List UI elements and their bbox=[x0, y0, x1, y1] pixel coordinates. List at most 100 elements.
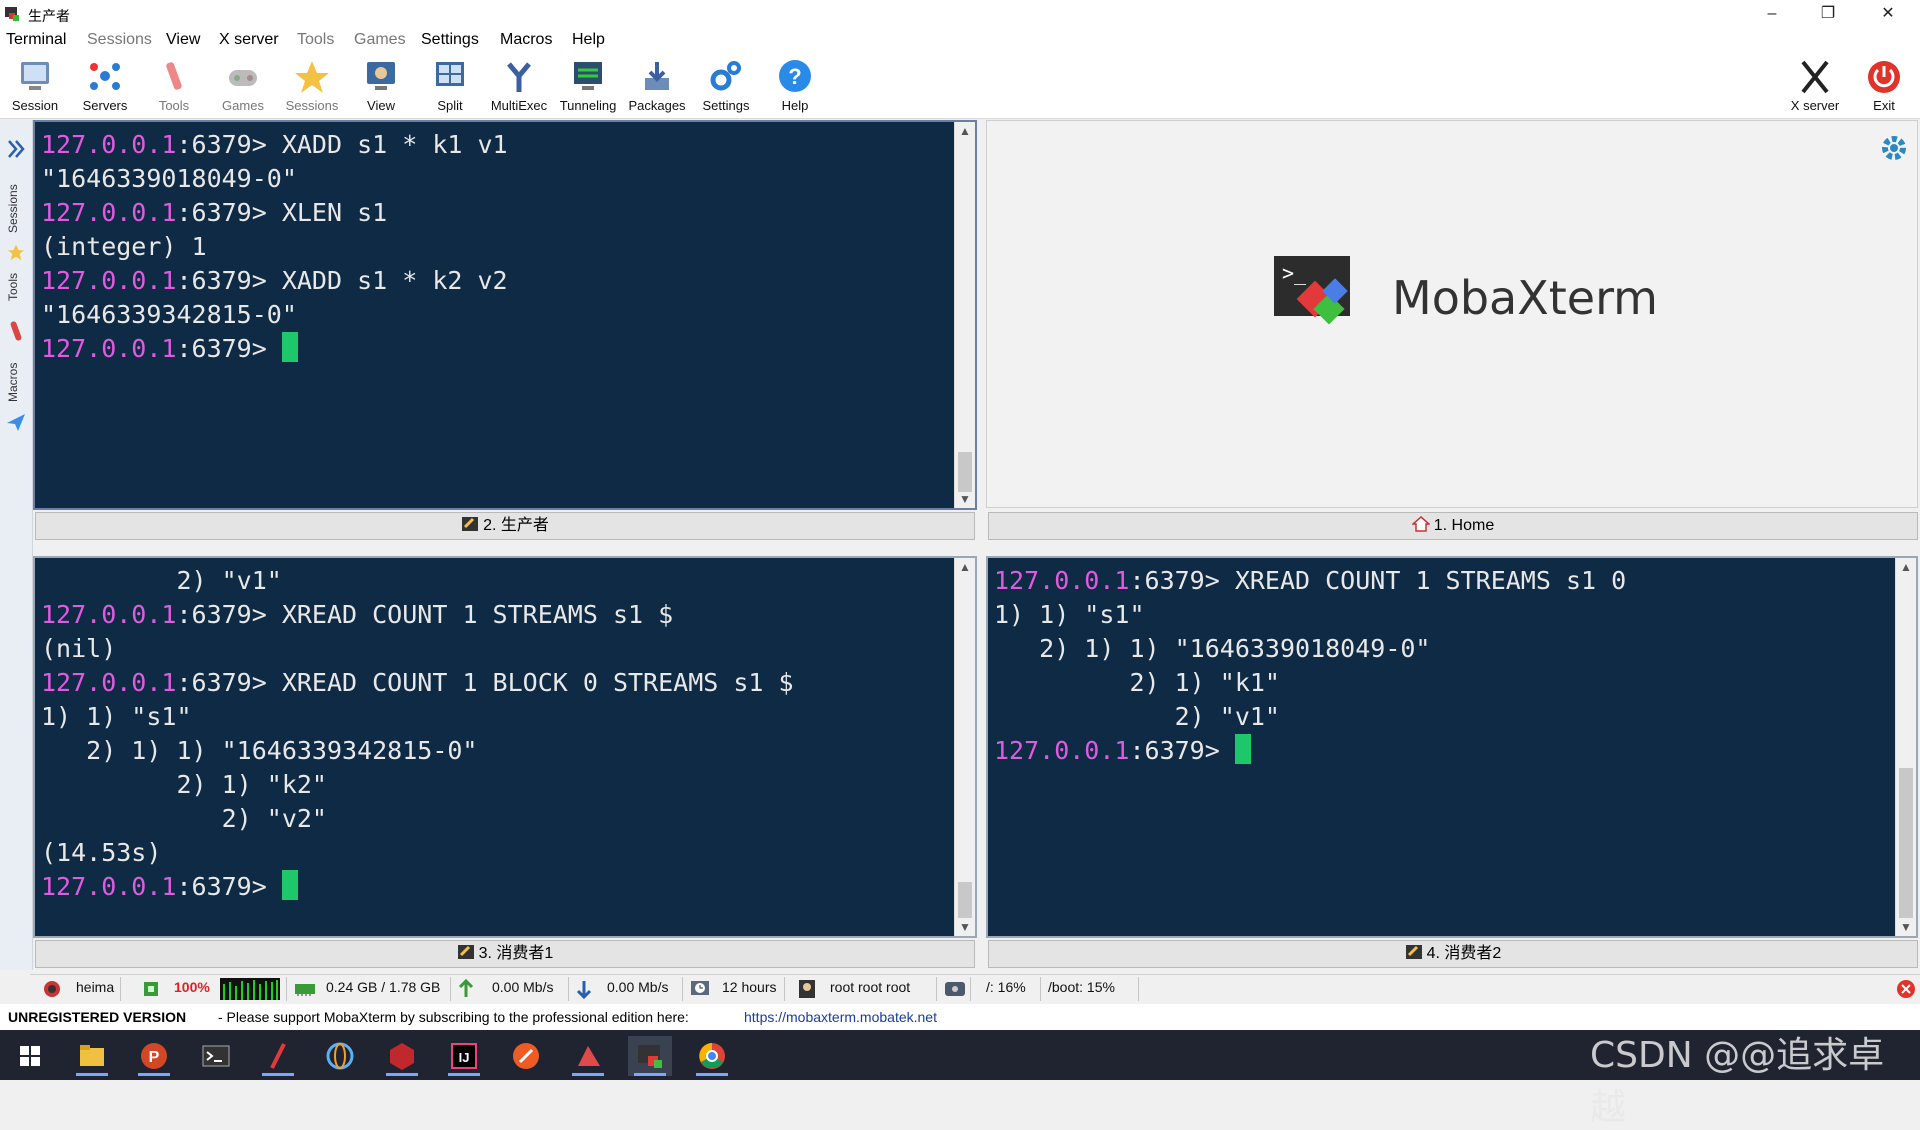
scroll-down-arrow-icon[interactable]: ▼ bbox=[955, 490, 975, 508]
status-host: heima bbox=[76, 979, 115, 995]
terminal-pane-consumer1[interactable]: 2) "v1" 127.0.0.1:6379> XREAD COUNT 1 STR… bbox=[33, 556, 977, 938]
star-icon bbox=[295, 61, 329, 93]
terminal-line: 2) "v2" bbox=[41, 802, 794, 836]
postman-taskbar[interactable] bbox=[504, 1036, 548, 1076]
settings-button[interactable]: Settings bbox=[692, 56, 760, 116]
gamepad-icon bbox=[229, 70, 257, 86]
toolbar: Session Servers Tools Games Sessions Vie… bbox=[0, 52, 1920, 119]
prompt-host: 127.0.0.1 bbox=[41, 198, 177, 227]
redis-desktop-taskbar[interactable] bbox=[380, 1036, 424, 1076]
csdn-watermark: CSDN @@追求卓越 bbox=[1590, 1035, 1885, 1128]
mobaxterm-taskbar[interactable] bbox=[628, 1036, 672, 1076]
terminal-scrollbar[interactable]: ▲ ▼ bbox=[1895, 558, 1916, 936]
x-server-button[interactable]: X server bbox=[1781, 56, 1849, 116]
sidebar-tab-sessions[interactable]: Sessions bbox=[6, 178, 26, 240]
prompt-host: 127.0.0.1 bbox=[41, 266, 177, 295]
scrollbar-thumb[interactable] bbox=[1899, 768, 1913, 918]
help-button[interactable]: ? Help bbox=[761, 56, 829, 116]
split-button[interactable]: Split bbox=[416, 56, 484, 116]
tab-consumer1[interactable]: 3. 消费者1 bbox=[35, 940, 975, 968]
terminal-output: 127.0.0.1:6379> XADD s1 * k1 v1 "16463390… bbox=[41, 128, 508, 366]
close-window-button[interactable]: ✕ bbox=[1860, 0, 1916, 28]
terminal-line: 127.0.0.1:6379> bbox=[41, 332, 508, 366]
terminal-taskbar[interactable] bbox=[194, 1036, 238, 1076]
folder-icon bbox=[80, 1045, 104, 1066]
terminal-scrollbar[interactable]: ▲ ▼ bbox=[954, 558, 975, 936]
browser-taskbar[interactable] bbox=[318, 1036, 362, 1076]
terminal-text: XADD s1 * k2 v2 bbox=[281, 266, 508, 295]
servers-button[interactable]: Servers bbox=[71, 56, 139, 116]
cpu-icon bbox=[144, 982, 158, 996]
expand-sidebar-icon[interactable] bbox=[6, 138, 26, 160]
prompt-host: 127.0.0.1 bbox=[41, 872, 177, 901]
star-icon bbox=[7, 244, 25, 261]
menu-x-server[interactable]: X server bbox=[219, 31, 279, 49]
pen-tool-taskbar[interactable] bbox=[256, 1036, 300, 1076]
menu-settings[interactable]: Settings bbox=[421, 31, 479, 49]
view-button[interactable]: View bbox=[347, 56, 415, 116]
settings-gear-icon[interactable] bbox=[1877, 131, 1911, 165]
menu-games[interactable]: Games bbox=[354, 31, 406, 49]
terminal-line: 2) 1) "k2" bbox=[41, 768, 794, 802]
mobaxterm-logo-icon: >_ bbox=[1274, 256, 1350, 325]
tools-button[interactable]: Tools bbox=[140, 56, 208, 116]
scrollbar-thumb[interactable] bbox=[958, 452, 972, 492]
terminal-cursor bbox=[1234, 734, 1251, 764]
terminal-text: XREAD COUNT 1 STREAMS s1 $ bbox=[281, 600, 674, 629]
intellij-taskbar[interactable]: IJ bbox=[442, 1036, 486, 1076]
menu-view[interactable]: View bbox=[166, 31, 200, 49]
powerpoint-taskbar[interactable]: P bbox=[132, 1036, 176, 1076]
terminal-text: 2) 1) "k1" bbox=[994, 668, 1280, 697]
scroll-up-arrow-icon[interactable]: ▲ bbox=[955, 558, 975, 576]
mobatek-link[interactable]: https://mobaxterm.mobatek.net bbox=[744, 1009, 937, 1025]
prompt-host: 127.0.0.1 bbox=[994, 566, 1130, 595]
scroll-down-arrow-icon[interactable]: ▼ bbox=[1896, 918, 1916, 936]
prompt-port: :6379> bbox=[176, 130, 282, 159]
close-status-icon[interactable] bbox=[1896, 979, 1916, 999]
maximize-button[interactable]: ❐ bbox=[1800, 0, 1856, 28]
terminal-line: 127.0.0.1:6379> XADD s1 * k2 v2 bbox=[41, 264, 508, 298]
power-icon bbox=[1868, 61, 1900, 93]
tunneling-button[interactable]: Tunneling bbox=[554, 56, 622, 116]
terminal-line: 2) "v1" bbox=[994, 700, 1626, 734]
upload-arrow-icon bbox=[458, 979, 474, 997]
exit-button[interactable]: Exit bbox=[1850, 56, 1918, 116]
minimize-button[interactable]: – bbox=[1744, 0, 1800, 28]
terminal-line: 2) 1) 1) "1646339342815-0" bbox=[41, 734, 794, 768]
windows-start-icon[interactable] bbox=[8, 1036, 52, 1076]
sessions-button[interactable]: Sessions bbox=[278, 56, 346, 116]
scroll-up-arrow-icon[interactable]: ▲ bbox=[1896, 558, 1916, 576]
menu-tools[interactable]: Tools bbox=[297, 31, 334, 49]
terminal-line: 127.0.0.1:6379> bbox=[41, 870, 794, 904]
chrome-taskbar[interactable] bbox=[690, 1036, 734, 1076]
tab-producer[interactable]: 2. 生产者 bbox=[35, 512, 975, 540]
sidebar-tab-macros[interactable]: Macros bbox=[6, 356, 26, 408]
menu-sessions[interactable]: Sessions bbox=[87, 31, 152, 49]
sidebar-tab-tools[interactable]: Tools bbox=[6, 268, 26, 306]
status-disk-root: /: 16% bbox=[986, 979, 1026, 995]
terminal-scrollbar[interactable]: ▲ ▼ bbox=[954, 122, 975, 508]
left-sidebar: Sessions Tools Macros bbox=[0, 120, 33, 970]
scroll-down-arrow-icon[interactable]: ▼ bbox=[955, 918, 975, 936]
terminal-line: (nil) bbox=[41, 632, 794, 666]
multiexec-button[interactable]: MultiExec bbox=[485, 56, 553, 116]
menu-help[interactable]: Help bbox=[572, 31, 605, 49]
terminal-pane-consumer2[interactable]: 127.0.0.1:6379> XREAD COUNT 1 STREAMS s1… bbox=[986, 556, 1918, 938]
menu-macros[interactable]: Macros bbox=[500, 31, 552, 49]
file-explorer-taskbar[interactable] bbox=[70, 1036, 114, 1076]
scrollbar-thumb[interactable] bbox=[958, 882, 972, 918]
packages-button[interactable]: Packages bbox=[623, 56, 691, 116]
terminal-text: (14.53s) bbox=[41, 838, 162, 867]
app-taskbar[interactable] bbox=[566, 1036, 610, 1076]
scroll-up-arrow-icon[interactable]: ▲ bbox=[955, 122, 975, 140]
games-button[interactable]: Games bbox=[209, 56, 277, 116]
tab-consumer2[interactable]: 4. 消费者2 bbox=[988, 940, 1918, 968]
terminal-pane-producer[interactable]: 127.0.0.1:6379> XADD s1 * k1 v1 "16463390… bbox=[33, 120, 977, 510]
status-download: 0.00 Mb/s bbox=[607, 979, 669, 995]
tab-home[interactable]: 1. Home bbox=[988, 512, 1918, 540]
menu-terminal[interactable]: Terminal bbox=[6, 31, 66, 49]
session-button[interactable]: Session bbox=[1, 56, 69, 116]
tools-icon bbox=[166, 62, 182, 90]
status-users: root root root bbox=[830, 979, 911, 995]
mobaxterm-app-icon bbox=[5, 7, 19, 21]
